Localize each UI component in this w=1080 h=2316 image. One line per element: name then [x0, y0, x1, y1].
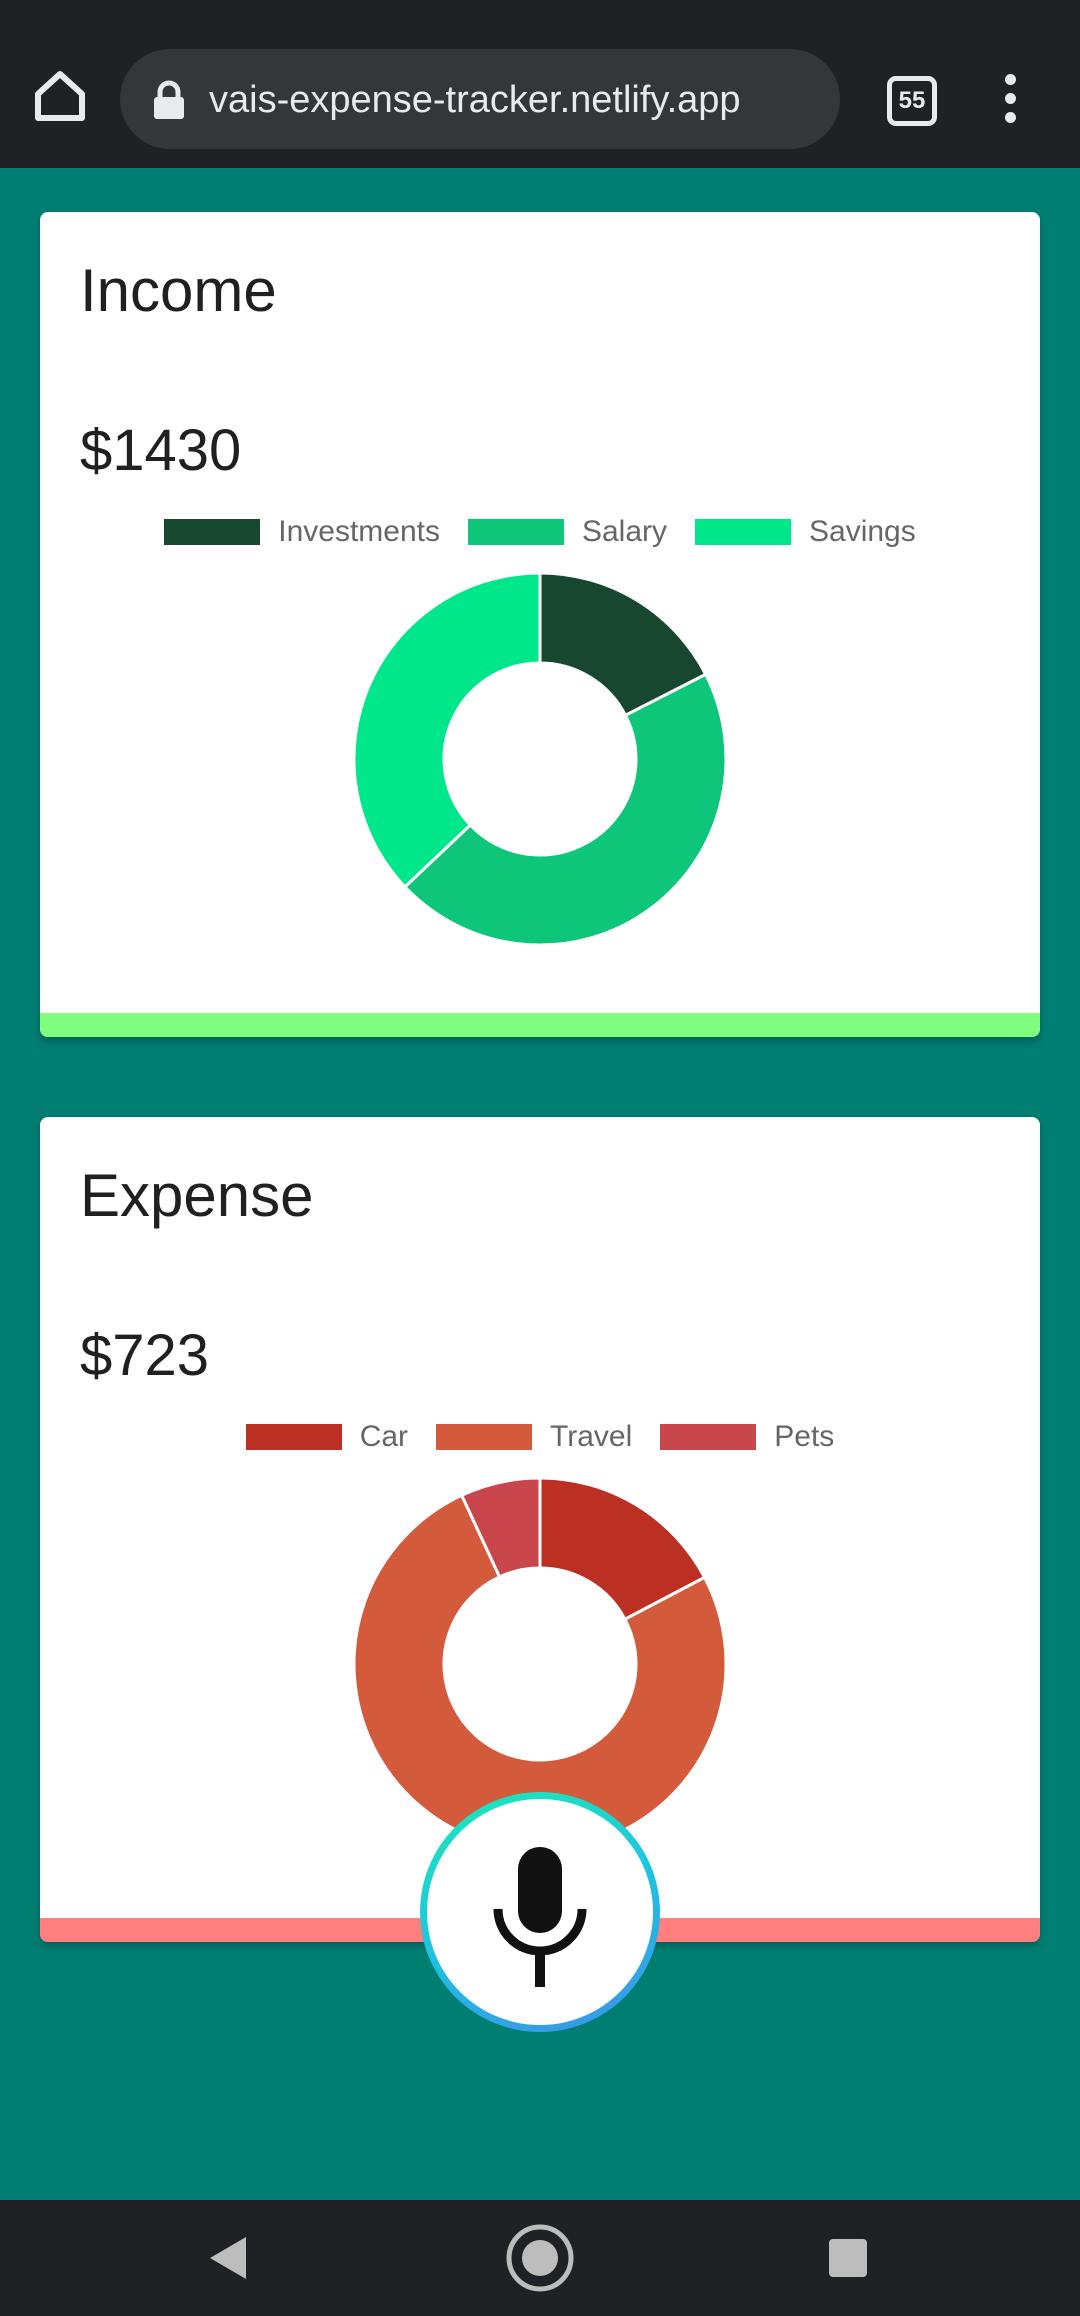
- income-donut-chart: [353, 572, 727, 946]
- income-legend-swatch: [164, 519, 261, 545]
- income-legend-swatch: [695, 519, 792, 545]
- income-title: Income: [80, 257, 277, 324]
- expense-legend-item[interactable]: Car: [245, 1420, 409, 1454]
- income-donut-slice-savings[interactable]: [353, 572, 542, 889]
- more-vert-icon[interactable]: [996, 74, 1024, 123]
- expense-title: Expense: [80, 1162, 314, 1229]
- expense-legend-label: Travel: [550, 1420, 633, 1453]
- income-legend-swatch: [467, 519, 564, 545]
- tab-switcher-button[interactable]: 55: [887, 76, 937, 126]
- income-legend-label: Investments: [278, 515, 440, 548]
- income-legend-item[interactable]: Salary: [467, 515, 668, 549]
- income-legend-item[interactable]: Investments: [164, 515, 440, 549]
- tab-count: 55: [898, 87, 926, 114]
- home-icon[interactable]: [30, 66, 90, 126]
- recents-icon[interactable]: [829, 2239, 867, 2277]
- lock-icon: [154, 80, 184, 119]
- voice-input-button[interactable]: [420, 1792, 660, 2032]
- system-navigation-bar: [0, 2200, 1080, 2316]
- expense-legend-swatch: [436, 1424, 533, 1450]
- browser-toolbar: vais-expense-tracker.netlify.app 55: [0, 0, 1080, 168]
- expense-legend-swatch: [660, 1424, 757, 1450]
- voice-input-button-inner: [427, 1799, 653, 2025]
- income-legend: Investments Salary Savings: [40, 512, 1040, 552]
- back-icon[interactable]: [208, 2235, 248, 2281]
- home-circle-icon[interactable]: [504, 2222, 576, 2294]
- expense-legend-item[interactable]: Travel: [436, 1420, 632, 1454]
- expense-legend-label: Car: [359, 1420, 409, 1453]
- microphone-icon: [493, 1847, 587, 1987]
- income-accent-bar: [40, 1013, 1040, 1037]
- expense-legend-label: Pets: [774, 1420, 835, 1453]
- income-legend-label: Salary: [581, 515, 668, 548]
- income-card: Income $1430 Investments Salary Savings: [40, 212, 1040, 1037]
- income-legend-item[interactable]: Savings: [695, 515, 916, 549]
- url-text[interactable]: vais-expense-tracker.netlify.app: [209, 74, 741, 126]
- expense-legend: Car Travel Pets: [40, 1417, 1040, 1457]
- expense-amount: $723: [80, 1323, 210, 1388]
- income-legend-label: Savings: [809, 515, 916, 548]
- expense-legend-item[interactable]: Pets: [660, 1420, 834, 1454]
- income-amount: $1430: [80, 418, 242, 483]
- expense-legend-swatch: [245, 1424, 342, 1450]
